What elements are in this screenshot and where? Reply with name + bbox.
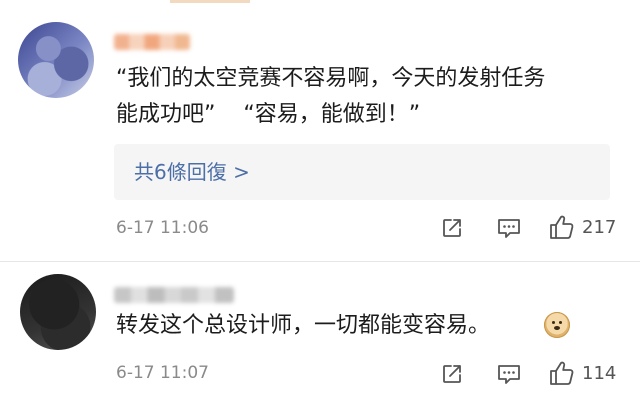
replies-box[interactable]: 共6條回復 > <box>114 144 610 200</box>
like-count: 114 <box>582 362 617 384</box>
share-button[interactable] <box>440 362 464 386</box>
username-blurred[interactable] <box>114 34 190 50</box>
comment-button[interactable] <box>496 362 522 386</box>
like-count: 217 <box>582 216 617 238</box>
comment-icon <box>498 365 520 384</box>
comment-text-line: “我们的太空竞赛不容易啊，今天的发射任务 <box>116 66 546 91</box>
avatar[interactable] <box>20 274 96 350</box>
comment-list: “我们的太空竞赛不容易啊，今天的发射任务 能成功吧” “容易，能做到！” 共6條… <box>0 0 640 408</box>
thumbs-up-icon <box>550 361 574 385</box>
view-replies-link[interactable]: 共6條回復 > <box>134 158 250 186</box>
comment-icon <box>498 219 520 238</box>
comment-timestamp: 6-17 11:06 <box>116 218 209 238</box>
share-icon <box>443 219 461 237</box>
doge-nose <box>554 326 560 330</box>
like-button[interactable]: 217 <box>548 213 616 241</box>
like-button[interactable]: 114 <box>548 359 616 387</box>
comment-text-line: 能成功吧” “容易，能做到！” <box>116 102 421 127</box>
thumbs-up-icon <box>550 215 574 239</box>
comment-text: 转发这个总设计师，一切都能变容易。 <box>116 313 491 338</box>
avatar[interactable] <box>18 22 94 98</box>
comment-button[interactable] <box>496 216 522 240</box>
comment-timestamp: 6-17 11:07 <box>116 363 209 383</box>
doge-emoji-icon <box>544 312 570 338</box>
username-blurred[interactable] <box>114 287 234 303</box>
share-button[interactable] <box>440 216 464 240</box>
share-icon <box>443 365 461 383</box>
